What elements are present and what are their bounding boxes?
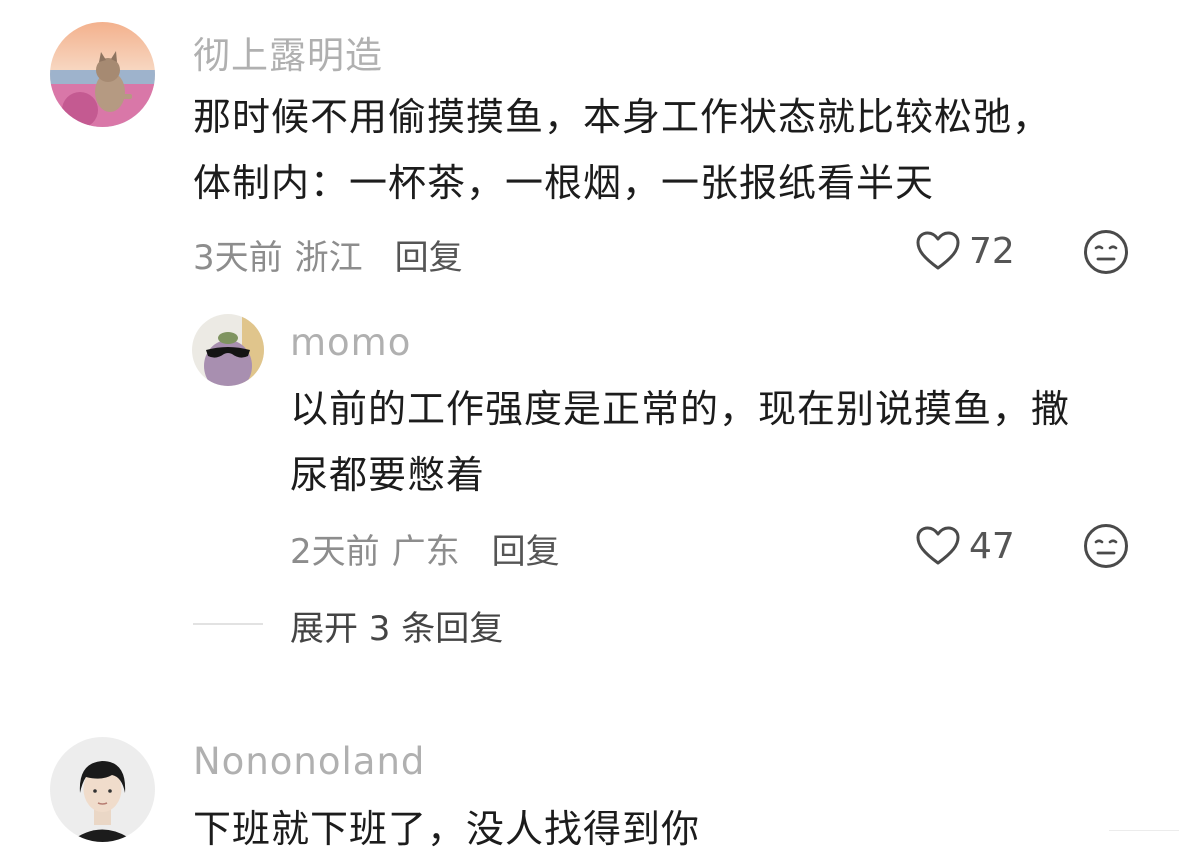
expand-replies-button[interactable]: 展开 3 条回复: [290, 601, 503, 650]
heart-outline-icon: [916, 526, 960, 565]
like-button[interactable]: 72: [915, 230, 1015, 272]
expand-divider: [193, 623, 263, 625]
avatar[interactable]: [192, 314, 264, 386]
heart-outline-icon: [916, 231, 960, 270]
comment-location: 浙江: [294, 238, 363, 278]
comment-text-line: 尿都要憋着: [290, 453, 486, 497]
meh-face-icon: [1084, 230, 1128, 274]
like-button[interactable]: 47: [915, 525, 1015, 567]
comment-time: 3天前: [193, 238, 283, 278]
avatar[interactable]: [50, 22, 155, 127]
comment-text-line: 下班就下班了，没人找得到你: [193, 807, 701, 851]
avatar[interactable]: [50, 737, 155, 842]
comment-text-line: 以前的工作强度是正常的，现在别说摸鱼，撒: [290, 387, 1071, 431]
comment-text-line: 那时候不用偷摸摸鱼，本身工作状态就比较松弛，: [193, 95, 1052, 139]
dislike-button[interactable]: [1083, 229, 1129, 275]
comment-location: 广东: [391, 532, 460, 572]
reply-button[interactable]: 回复: [492, 532, 560, 572]
divider: [1109, 830, 1179, 831]
comment-username[interactable]: momo: [290, 321, 411, 364]
comment-meta: 3天前 浙江 回复: [193, 230, 463, 279]
comment-meta: 2天前 广东 回复: [290, 524, 560, 573]
like-count: 47: [969, 525, 1015, 567]
comment-username[interactable]: 彻上露明造: [193, 25, 383, 79]
comment-text-line: 体制内：一杯茶，一根烟，一张报纸看半天: [193, 161, 935, 205]
reply-button[interactable]: 回复: [395, 238, 463, 278]
comment-text: 下班就下班了，没人找得到你: [193, 796, 700, 862]
comment-username[interactable]: Nononoland: [193, 740, 425, 783]
dislike-button[interactable]: [1083, 523, 1129, 569]
like-count: 72: [969, 230, 1015, 272]
meh-face-icon: [1084, 524, 1128, 568]
comment-text: 以前的工作强度是正常的，现在别说摸鱼，撒 尿都要憋着: [290, 376, 1070, 508]
comment-text: 那时候不用偷摸摸鱼，本身工作状态就比较松弛， 体制内：一杯茶，一根烟，一张报纸看…: [193, 84, 1051, 216]
comment-time: 2天前: [290, 532, 380, 572]
